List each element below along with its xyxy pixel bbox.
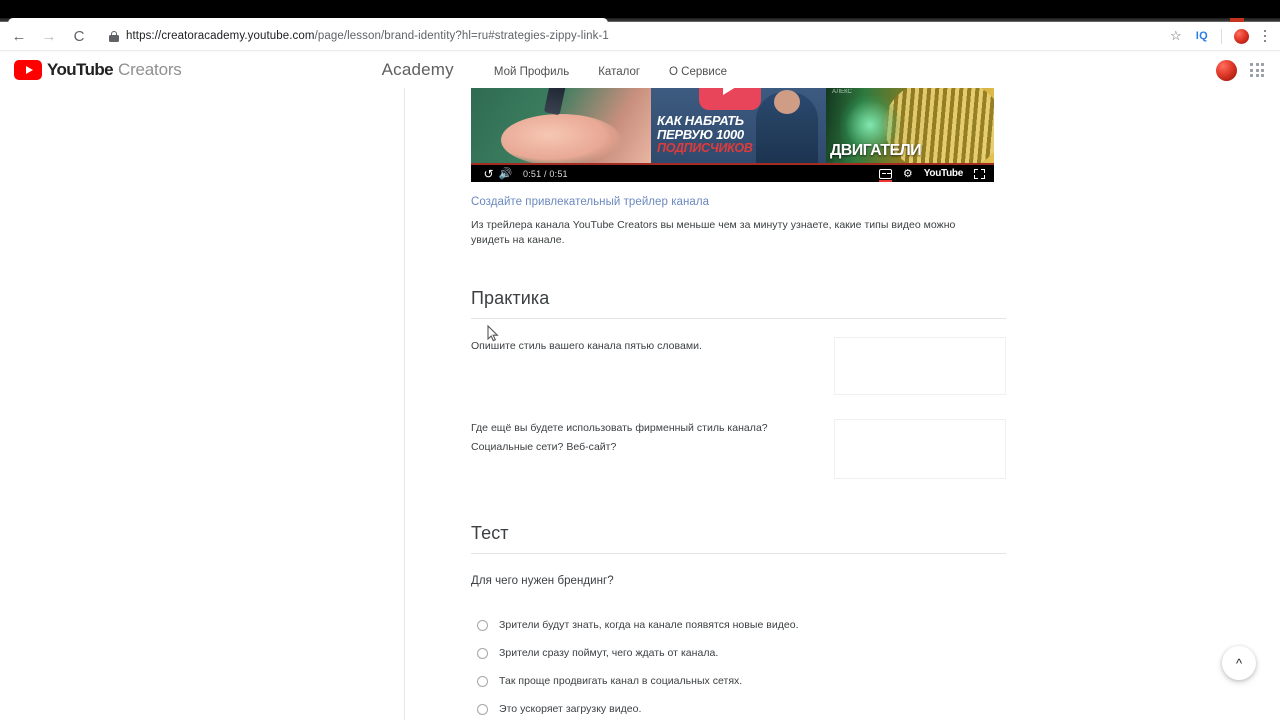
youtube-play-icon bbox=[14, 60, 42, 80]
test-option-label: Зрители будут знать, когда на канале поя… bbox=[499, 619, 799, 632]
video-controls: ↺ 🔊 0:51 / 0:51 ⚙ YouTube bbox=[471, 165, 994, 182]
gear-icon[interactable]: ⚙ bbox=[903, 167, 913, 180]
replay-icon[interactable]: ↺ bbox=[480, 167, 497, 181]
nav-item-catalog[interactable]: Каталог bbox=[598, 66, 640, 78]
test-option-3[interactable]: Так проще продвигать канал в социальных … bbox=[471, 667, 1006, 695]
video-player[interactable]: КАК НАБРАТЬ ПЕРВУЮ 1000 ПОДПИСЧИКОВ АЛЕК… bbox=[471, 88, 994, 182]
test-option-2[interactable]: Зрители сразу поймут, чего ждать от кана… bbox=[471, 639, 1006, 667]
logo-youtube-text: YouTube bbox=[47, 60, 114, 79]
header-right-group bbox=[1216, 59, 1280, 81]
mouse-cursor bbox=[487, 325, 499, 343]
logo-creators-text: Creators bbox=[118, 60, 182, 79]
test-options: Зрители будут знать, когда на канале поя… bbox=[471, 611, 1006, 720]
test-option-4[interactable]: Это ускоряет загрузку видео. bbox=[471, 695, 1006, 720]
radio-button-icon[interactable] bbox=[477, 703, 488, 715]
video-description: Из трейлера канала YouTube Creators вы м… bbox=[471, 219, 956, 247]
video-frame: КАК НАБРАТЬ ПЕРВУЮ 1000 ПОДПИСЧИКОВ АЛЕК… bbox=[471, 88, 994, 163]
url-origin: https://creatoracademy.youtube.com bbox=[126, 30, 315, 42]
bookmark-star-icon[interactable]: ☆ bbox=[1164, 24, 1188, 48]
test-option-label: Это ускоряет загрузку видео. bbox=[499, 703, 642, 716]
video-time: 0:51 / 0:51 bbox=[523, 168, 568, 179]
thumb2-line3: ПОДПИСЧИКОВ bbox=[657, 141, 753, 155]
browser-menu-button[interactable] bbox=[1256, 29, 1274, 43]
lesson-content: КАК НАБРАТЬ ПЕРВУЮ 1000 ПОДПИСЧИКОВ АЛЕК… bbox=[471, 88, 1006, 720]
person-figure bbox=[756, 90, 818, 163]
avatar[interactable] bbox=[1216, 59, 1237, 81]
academy-title: Academy bbox=[381, 60, 454, 79]
site-logo[interactable]: YouTube Creators bbox=[14, 60, 182, 80]
practice-heading: Практика bbox=[471, 288, 1006, 320]
fullscreen-icon[interactable] bbox=[974, 168, 985, 179]
youtube-wordmark[interactable]: YouTube bbox=[924, 168, 964, 179]
browser-window: ← → C https://creatoracademy.youtube.com… bbox=[0, 0, 1280, 720]
volume-icon[interactable]: 🔊 bbox=[497, 167, 514, 180]
thumb2-line1: КАК НАБРАТЬ bbox=[657, 113, 744, 128]
youtube-badge-icon bbox=[699, 88, 761, 110]
thumb2-line2: ПЕРВУЮ 1000 bbox=[657, 127, 744, 142]
radio-button-icon[interactable] bbox=[477, 647, 488, 659]
video-controls-right: ⚙ YouTube bbox=[878, 167, 985, 182]
practice-question-2: Где ещё вы будете использовать фирменный… bbox=[471, 422, 768, 453]
radio-button-icon[interactable] bbox=[477, 675, 488, 687]
sidebar-divider bbox=[404, 88, 405, 720]
back-button[interactable]: ← bbox=[6, 23, 32, 49]
lock-icon bbox=[108, 30, 119, 42]
site-header: YouTube Creators Academy Мой Профиль Кат… bbox=[0, 52, 1280, 88]
test-option-1[interactable]: Зрители будут знать, когда на канале поя… bbox=[471, 611, 1006, 639]
forward-button[interactable]: → bbox=[36, 23, 62, 49]
url-path: /page/lesson/brand-identity?hl=ru#strate… bbox=[314, 30, 609, 42]
video-thumbnail-2: КАК НАБРАТЬ ПЕРВУЮ 1000 ПОДПИСЧИКОВ bbox=[651, 88, 826, 163]
practice-item: Опишите стиль вашего канала пятью словам… bbox=[471, 337, 1006, 396]
reload-button[interactable]: C bbox=[66, 23, 92, 49]
address-bar[interactable]: https://creatoracademy.youtube.com/page/… bbox=[100, 25, 1158, 47]
nav-item-profile[interactable]: Мой Профиль bbox=[494, 66, 569, 78]
practice-answer-input-1[interactable] bbox=[834, 337, 1006, 396]
test-heading: Тест bbox=[471, 523, 1006, 555]
closed-captions-icon[interactable] bbox=[878, 168, 893, 182]
browser-toolbar: ← → C https://creatoracademy.youtube.com… bbox=[0, 22, 1280, 50]
thumb3-caption: ДВИГАТЕЛИ bbox=[830, 142, 922, 159]
url-text: https://creatoracademy.youtube.com/page/… bbox=[126, 30, 609, 42]
practice-question-1: Опишите стиль вашего канала пятью словам… bbox=[471, 340, 702, 353]
apps-grid-icon[interactable] bbox=[1250, 63, 1264, 77]
toolbar-right-group: ☆ IQ bbox=[1164, 22, 1280, 50]
video-title-link[interactable]: Создайте привлекательный трейлер канала bbox=[471, 196, 1006, 208]
extension-iq-button[interactable]: IQ bbox=[1188, 30, 1216, 42]
radio-button-icon[interactable] bbox=[477, 619, 488, 631]
thumb3-tiny-text: АЛЕКС bbox=[832, 89, 852, 95]
test-question: Для чего нужен брендинг? bbox=[471, 575, 614, 588]
toolbar-separator bbox=[1221, 28, 1222, 44]
nav-item-about[interactable]: О Сервисе bbox=[669, 66, 727, 78]
practice-item: Где ещё вы будете использовать фирменный… bbox=[471, 419, 1006, 480]
video-thumbnail-3: АЛЕКС ДВИГАТЕЛИ bbox=[826, 88, 994, 163]
nav-links: Мой Профиль Каталог О Сервисе bbox=[494, 66, 727, 78]
profile-avatar-button[interactable] bbox=[1234, 28, 1249, 44]
test-option-label: Так проще продвигать канал в социальных … bbox=[499, 675, 743, 688]
test-option-label: Зрители сразу поймут, чего ждать от кана… bbox=[499, 647, 719, 660]
practice-answer-input-2[interactable] bbox=[834, 419, 1006, 480]
chevron-up-icon: ^ bbox=[1235, 655, 1243, 671]
scroll-to-top-button[interactable]: ^ bbox=[1222, 646, 1256, 680]
video-thumbnail-1 bbox=[471, 88, 651, 163]
header-navigation: Academy Мой Профиль Каталог О Сервисе bbox=[382, 60, 727, 80]
